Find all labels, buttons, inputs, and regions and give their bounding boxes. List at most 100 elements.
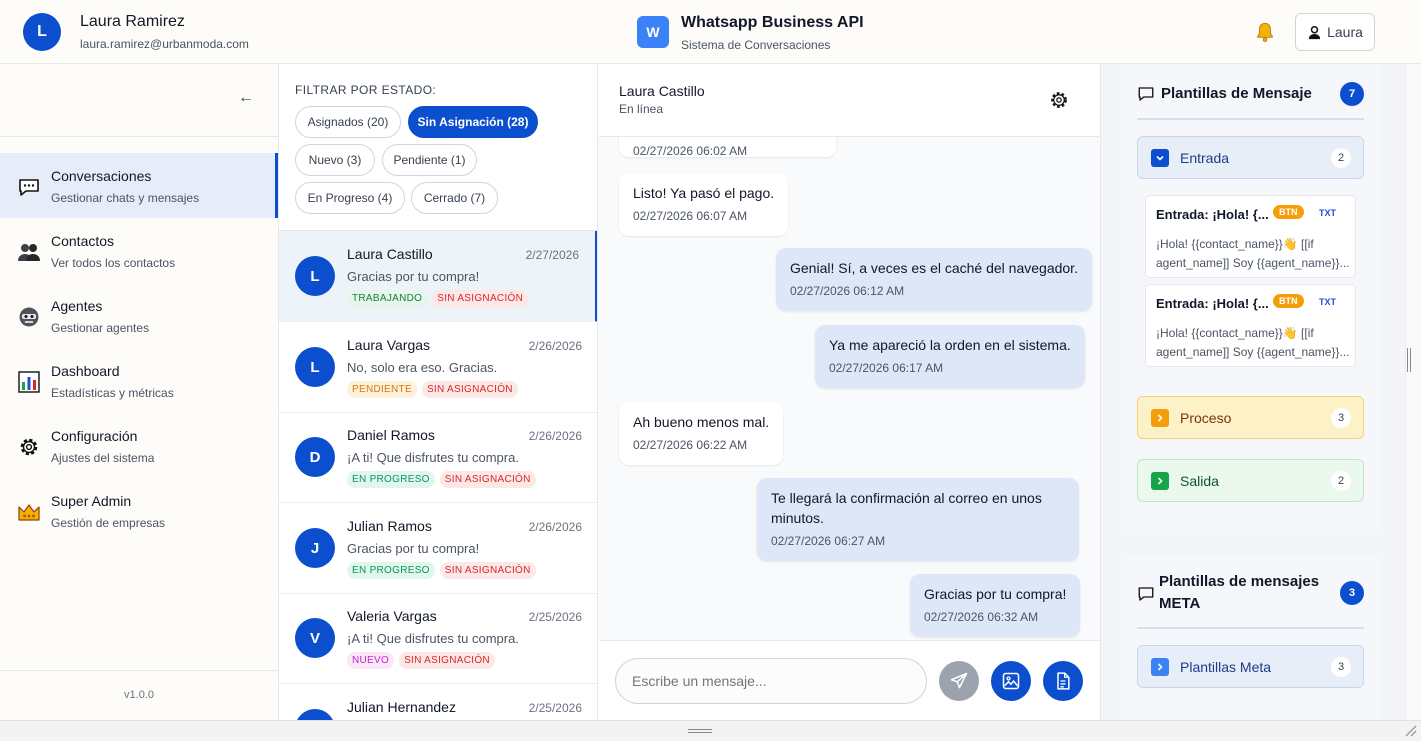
templates-panel: Plantillas de Mensaje 7 Entrada 2 Entrad… xyxy=(1100,64,1405,720)
chat-contact-name: Laura Castillo xyxy=(619,83,705,99)
template-body: ¡Hola! {{contact_name}}👋 [[if agent_name… xyxy=(1156,326,1350,359)
message-text: Te llegará la confirmación al correo en … xyxy=(771,490,1042,526)
message-time: 02/27/2026 06:12 AM xyxy=(790,284,905,298)
sidebar-item-super-admin[interactable]: Super Admin Gestión de empresas xyxy=(0,478,278,543)
sidebar-item-configuracion[interactable]: Configuración Ajustes del sistema xyxy=(0,413,278,478)
chat-icon xyxy=(19,179,39,196)
vertical-scrollbar[interactable] xyxy=(1405,64,1421,720)
user-name: Laura Ramirez xyxy=(80,13,185,30)
collapse-sidebar-icon[interactable]: ← xyxy=(238,89,254,107)
contact-name: Daniel Ramos xyxy=(347,427,435,443)
app-title: Whatsapp Business API xyxy=(681,14,864,31)
message-bubble-outgoing: Gracias por tu compra! 02/27/2026 06:32 … xyxy=(910,574,1081,637)
sidebar-item-agentes[interactable]: Agentes Gestionar agentes xyxy=(0,283,278,348)
conversation-item[interactable]: V Valeria Vargas 2/25/2026 ¡A ti! Que di… xyxy=(279,593,597,684)
chat-contact-status: En línea xyxy=(619,102,664,116)
last-message: Gracias por tu compra! xyxy=(347,269,480,284)
sidebar-item-desc: Estadísticas y métricas xyxy=(51,386,174,400)
conversation-item[interactable]: L Laura Castillo 2/27/2026 Gracias por t… xyxy=(279,231,597,322)
last-message: No, solo era eso. Gracias. xyxy=(347,360,498,375)
last-message: ¡A ti! Que disfrutes tu compra. xyxy=(347,631,519,646)
section-entrada[interactable]: Entrada 2 xyxy=(1137,136,1364,179)
message-text: Ya me apareció la orden en el sistema. xyxy=(829,337,1071,353)
attach-image-button[interactable] xyxy=(991,661,1031,701)
meta-templates-card: Plantillas de mensajes META 3 Plantillas… xyxy=(1121,555,1380,720)
app-logo: W xyxy=(637,16,669,48)
conversation-item[interactable]: D Daniel Ramos 2/26/2026 ¡A ti! Que disf… xyxy=(279,412,597,503)
assignment-badge: SIN ASIGNACIÓN xyxy=(399,652,495,669)
sidebar-item-conversaciones[interactable]: Conversaciones Gestionar chats y mensaje… xyxy=(0,153,278,218)
contact-avatar: V xyxy=(295,618,335,658)
message-input[interactable] xyxy=(615,658,927,704)
contact-avatar: J xyxy=(295,528,335,568)
section-count: 2 xyxy=(1331,471,1351,491)
status-badge: EN PROGRESO xyxy=(347,471,435,488)
contact-name: Julian Hernandez xyxy=(347,699,456,715)
section-plantillas-meta[interactable]: Plantillas Meta 3 xyxy=(1137,645,1364,688)
app-subtitle: Sistema de Conversaciones xyxy=(681,38,831,52)
section-label: Salida xyxy=(1180,473,1219,489)
template-btn-badge: BTN xyxy=(1273,205,1304,219)
resize-corner-icon[interactable] xyxy=(1403,723,1417,737)
filter-chip-asignados[interactable]: Asignados (20) xyxy=(295,106,401,138)
message-icon xyxy=(1138,587,1154,601)
message-time: 02/27/2026 06:17 AM xyxy=(829,361,944,375)
image-icon xyxy=(1002,672,1020,690)
conversation-item[interactable]: L Laura Vargas 2/26/2026 No, solo era es… xyxy=(279,322,597,413)
chat-composer xyxy=(599,640,1099,720)
sidebar-item-contactos[interactable]: Contactos Ver todos los contactos xyxy=(0,218,278,283)
conversation-date: 2/26/2026 xyxy=(528,520,582,534)
conversation-item[interactable]: J Julian Hernandez 2/25/2026 xyxy=(279,684,597,720)
contact-name: Valeria Vargas xyxy=(347,608,437,624)
status-badge: TRABAJANDO xyxy=(347,290,428,307)
template-item[interactable]: Entrada: ¡Hola! {... BTN TXT ¡Hola! {{co… xyxy=(1145,195,1356,278)
contact-avatar: L xyxy=(295,347,335,387)
section-label: Plantillas Meta xyxy=(1180,659,1272,675)
user-avatar[interactable]: L xyxy=(23,13,61,51)
contact-name: Laura Vargas xyxy=(347,337,431,353)
filter-chip-sin-asignacion[interactable]: Sin Asignación (28) xyxy=(408,106,538,138)
app-header: L Laura Ramirez laura.ramirez@urbanmoda.… xyxy=(0,0,1421,64)
agent-icon xyxy=(19,307,39,327)
chart-icon xyxy=(18,371,40,393)
chevron-right-icon xyxy=(1151,658,1169,676)
section-proceso[interactable]: Proceso 3 xyxy=(1137,396,1364,439)
message-bubble-outgoing: Genial! Sí, a veces es el caché del nave… xyxy=(776,248,1092,311)
contact-name: Laura Castillo xyxy=(347,246,433,262)
conversation-date: 2/25/2026 xyxy=(528,610,582,624)
conversation-item[interactable]: J Julian Ramos 2/26/2026 Gracias por tu … xyxy=(279,503,597,594)
template-item[interactable]: Entrada: ¡Hola! {... BTN TXT ¡Hola! {{co… xyxy=(1145,284,1356,367)
card-divider xyxy=(1137,627,1364,629)
attach-document-button[interactable] xyxy=(1043,661,1083,701)
message-bubble-incoming: 02/27/2026 06:02 AM xyxy=(619,137,836,158)
bell-icon[interactable] xyxy=(1254,21,1276,43)
filter-chip-en-progreso[interactable]: En Progreso (4) xyxy=(295,182,405,214)
chat-header: Laura Castillo En línea xyxy=(599,64,1099,137)
filter-label: FILTRAR POR ESTADO: xyxy=(295,83,437,97)
section-salida[interactable]: Salida 2 xyxy=(1137,459,1364,502)
sidebar-item-desc: Gestionar agentes xyxy=(51,321,150,335)
filter-chip-nuevo[interactable]: Nuevo (3) xyxy=(295,144,375,176)
gear-icon xyxy=(20,438,38,456)
gear-icon[interactable] xyxy=(1049,90,1069,110)
status-badge: PENDIENTE xyxy=(347,381,417,398)
user-icon xyxy=(1308,25,1321,39)
section-label: Proceso xyxy=(1180,410,1232,426)
filter-chip-cerrado[interactable]: Cerrado (7) xyxy=(411,182,498,214)
conversation-date: 2/26/2026 xyxy=(528,339,582,353)
sidebar-item-dashboard[interactable]: Dashboard Estadísticas y métricas xyxy=(0,348,278,413)
conversation-list-panel: FILTRAR POR ESTADO: Asignados (20) Sin A… xyxy=(279,64,598,720)
resize-grip-icon[interactable] xyxy=(688,729,712,733)
user-menu-button[interactable]: Laura xyxy=(1295,13,1375,51)
template-type-badge: TXT xyxy=(1319,208,1336,218)
send-button[interactable] xyxy=(939,661,979,701)
sidebar-item-desc: Gestión de empresas xyxy=(51,516,166,530)
sidebar-item-title: Super Admin xyxy=(51,493,132,509)
scroll-grip-icon[interactable] xyxy=(1407,348,1411,372)
filter-chip-pendiente[interactable]: Pendiente (1) xyxy=(382,144,477,176)
contact-name: Julian Ramos xyxy=(347,518,432,534)
document-icon xyxy=(1057,672,1070,690)
section-count: 3 xyxy=(1331,408,1351,428)
message-bubble-incoming: Listo! Ya pasó el pago. 02/27/2026 06:07… xyxy=(619,173,789,236)
message-text: Genial! Sí, a veces es el caché del nave… xyxy=(790,260,1078,276)
